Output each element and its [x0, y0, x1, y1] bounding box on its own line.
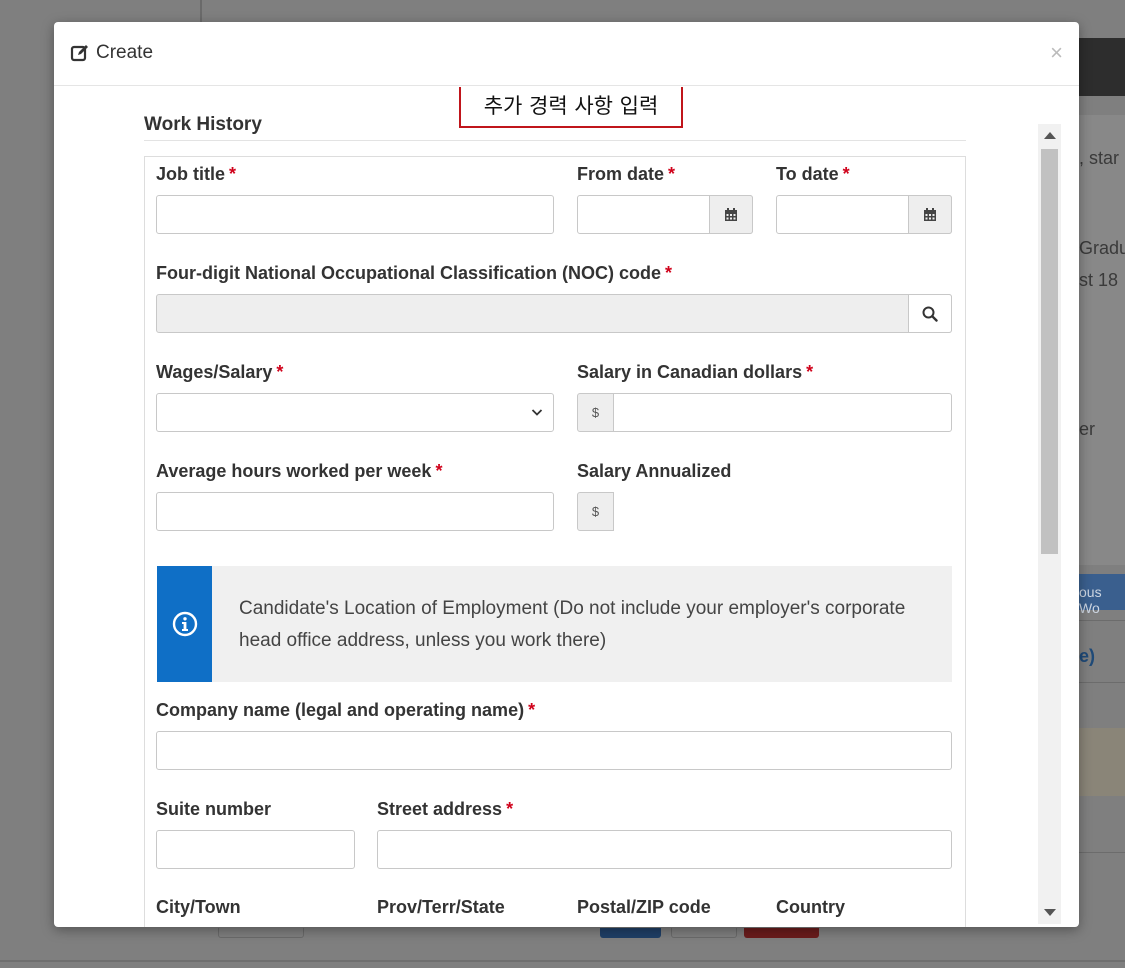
work-history-form: Job title * From date * To date * Four-d…	[144, 156, 966, 927]
street-address-label-text: Street address	[377, 799, 503, 819]
street-address-label: Street address *	[377, 799, 513, 820]
from-date-label-text: From date	[577, 164, 665, 184]
currency-addon: $	[577, 393, 614, 432]
currency-addon: $	[577, 492, 614, 531]
info-icon-bar	[157, 566, 212, 682]
avg-hours-label: Average hours worked per week *	[156, 461, 442, 482]
to-date-label: To date *	[776, 164, 850, 185]
background-button	[671, 928, 737, 938]
modal-title-text: Create	[96, 42, 154, 63]
background-text: , star	[1079, 148, 1120, 168]
info-callout: Candidate's Location of Employment (Do n…	[157, 566, 952, 682]
from-date-input[interactable]	[577, 195, 753, 234]
section-divider	[144, 140, 966, 141]
noc-search-button[interactable]	[908, 294, 952, 333]
modal-title: Create	[70, 42, 153, 64]
required-marker: *	[506, 799, 514, 819]
background-text: er	[1079, 419, 1096, 439]
to-date-input[interactable]	[776, 195, 952, 234]
wages-salary-label-text: Wages/Salary	[156, 362, 273, 382]
edit-icon	[70, 45, 88, 62]
from-date-label: From date *	[577, 164, 675, 185]
wages-salary-label: Wages/Salary *	[156, 362, 283, 383]
scroll-down-arrow-icon[interactable]	[1044, 909, 1056, 916]
province-label: Prov/Terr/State	[377, 897, 505, 917]
background-link: e)	[1079, 646, 1096, 666]
required-marker: *	[528, 700, 536, 720]
scrollbar-thumb[interactable]	[1041, 149, 1058, 554]
company-name-input[interactable]	[156, 731, 952, 770]
annotation-label: 추가 경력 사항 입력	[459, 87, 683, 128]
company-name-label-text: Company name (legal and operating name)	[156, 700, 525, 720]
required-marker: *	[842, 164, 850, 184]
from-date-calendar-button[interactable]	[709, 195, 753, 234]
info-text: Candidate's Location of Employment (Do n…	[239, 598, 906, 651]
required-marker: *	[668, 164, 676, 184]
create-modal: Create × 추가 경력 사항 입력 Work History Job ti…	[54, 22, 1079, 927]
background-divider	[200, 0, 202, 22]
required-marker: *	[665, 263, 673, 283]
close-icon[interactable]: ×	[1050, 40, 1063, 66]
background-button	[600, 928, 661, 938]
background-divider	[1079, 620, 1125, 621]
city-label: City/Town	[156, 897, 241, 917]
postal-code-label: Postal/ZIP code	[577, 897, 711, 917]
chevron-down-icon	[531, 409, 543, 416]
background-panel	[1079, 115, 1125, 565]
modal-body: 추가 경력 사항 입력 Work History Job title * From…	[54, 87, 1079, 927]
salary-cad-label: Salary in Canadian dollars *	[577, 362, 813, 383]
country-label: Country	[776, 897, 845, 917]
background-button	[218, 928, 304, 938]
avg-hours-input[interactable]	[156, 492, 554, 531]
background-divider	[1079, 852, 1125, 853]
vertical-scrollbar[interactable]	[1038, 124, 1061, 924]
required-marker: *	[276, 362, 284, 382]
noc-code-label-text: Four-digit National Occupational Classif…	[156, 263, 662, 283]
background-button: ous Wo	[1079, 574, 1125, 616]
required-marker: *	[806, 362, 814, 382]
background-divider	[1079, 682, 1125, 683]
modal-header: Create ×	[54, 22, 1079, 86]
salary-cad-input[interactable]	[613, 393, 952, 432]
salary-annualized-label: Salary Annualized	[577, 461, 732, 481]
section-title: Work History	[144, 114, 262, 135]
required-marker: *	[229, 164, 237, 184]
info-icon	[172, 611, 197, 637]
suite-number-input[interactable]	[156, 830, 355, 869]
scroll-up-arrow-icon[interactable]	[1044, 132, 1056, 139]
job-title-label: Job title *	[156, 164, 236, 185]
required-marker: *	[435, 461, 443, 481]
company-name-label: Company name (legal and operating name) *	[156, 700, 535, 721]
to-date-label-text: To date	[776, 164, 839, 184]
job-title-label-text: Job title	[156, 164, 226, 184]
background-button	[744, 928, 819, 938]
avg-hours-label-text: Average hours worked per week	[156, 461, 432, 481]
wages-salary-select[interactable]	[156, 393, 554, 432]
background-notice	[1079, 728, 1125, 796]
background-header-bar	[1079, 38, 1125, 96]
to-date-calendar-button[interactable]	[908, 195, 952, 234]
background-text: Gradu	[1079, 238, 1125, 258]
background-divider	[0, 960, 1125, 962]
street-address-input[interactable]	[377, 830, 952, 869]
suite-number-label: Suite number	[156, 799, 272, 819]
job-title-input[interactable]	[156, 195, 554, 234]
salary-cad-label-text: Salary in Canadian dollars	[577, 362, 803, 382]
noc-code-input[interactable]	[156, 294, 952, 333]
calendar-icon	[725, 207, 737, 221]
background-text: st 18	[1079, 270, 1119, 290]
noc-code-label: Four-digit National Occupational Classif…	[156, 263, 672, 284]
calendar-icon	[924, 207, 936, 221]
search-icon	[922, 306, 938, 322]
